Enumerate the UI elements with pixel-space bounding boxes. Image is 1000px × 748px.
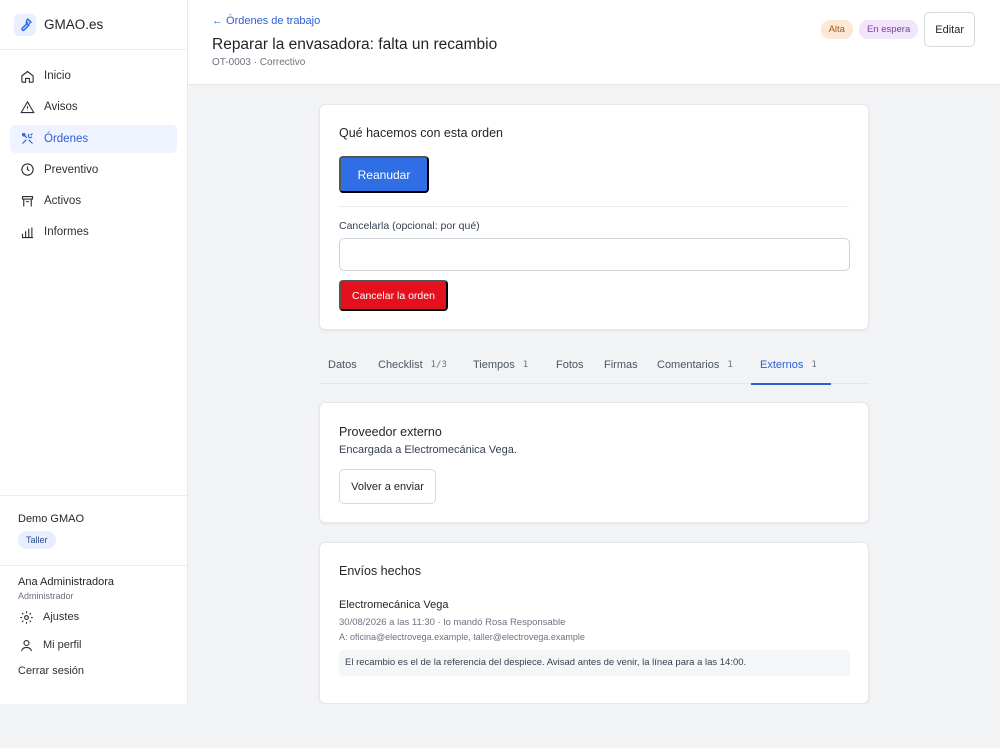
nav-item-avisos[interactable]: Avisos [10,93,177,121]
main-nav: Inicio Avisos Órdenes Preventivo Activos [0,50,187,246]
status-badge: En espera [858,20,919,39]
tab-count: 1 [811,360,817,370]
order-tabs: Datos Checklist 1/3 Tiempos 1 Fotos Firm… [319,348,869,385]
resend-button[interactable]: Volver a enviar [339,469,436,504]
tab-count: 1 [727,360,733,370]
brand[interactable]: GMAO.es [0,0,187,50]
nav-item-preventivo[interactable]: Preventivo [10,156,177,184]
external-provider-card: Proveedor externo Encargada a Electromec… [319,402,869,523]
settings-link[interactable]: Ajustes [18,605,169,629]
tab-comentarios[interactable]: Comentarios 1 [657,348,733,384]
profile-label: Mi perfil [43,639,82,651]
wrench-icon [14,13,36,36]
nav-item-informes[interactable]: Informes [10,218,177,246]
user-role: Administrador [18,591,74,601]
external-title: Proveedor externo [339,425,442,439]
header-actions: Alta En espera Editar [820,12,975,47]
shipment-provider: Electromecánica Vega [339,599,449,611]
tab-count: 1 [522,360,529,370]
nav-label: Informes [44,226,89,239]
user-info: Ana Administradora Administrador Ajustes… [0,566,187,677]
nav-item-inicio[interactable]: Inicio [10,62,177,90]
nav-item-ordenes[interactable]: Órdenes [10,124,177,153]
external-description: Encargada a Electromecánica Vega. [339,444,517,456]
nav-label: Activos [44,195,82,208]
org-info: Demo GMAO Taller [0,496,187,566]
shipment-recipients: A: oficina@electrovega.example, taller@e… [339,632,585,642]
user-name: Ana Administradora [18,576,114,588]
nav-label: Preventivo [44,163,99,176]
cancel-reason-label: Cancelarla (opcional: por qué) [339,220,480,232]
org-badge: Taller [18,531,56,549]
actions-title: Qué hacemos con esta orden [339,126,503,140]
tab-tiempos[interactable]: Tiempos 1 [473,348,528,384]
tab-label: Datos [328,359,357,371]
asset-icon [19,193,35,209]
nav-item-activos[interactable]: Activos [10,187,177,215]
profile-link[interactable]: Mi perfil [18,633,169,657]
order-actions-card: Qué hacemos con esta orden Reanudar Canc… [319,104,869,330]
tab-label: Fotos [556,359,584,371]
nav-label: Inicio [44,70,71,82]
tab-label: Checklist [378,359,423,371]
nav-label: Órdenes [44,132,89,145]
shipment-meta: 30/08/2026 a las 11:30 · lo mandó Rosa R… [339,617,566,628]
settings-label: Ajustes [43,611,80,623]
cancel-reason-input[interactable] [339,238,850,271]
tab-datos[interactable]: Datos [328,348,357,384]
tab-label: Firmas [604,359,638,371]
tab-label: Tiempos [473,359,515,371]
org-name: Demo GMAO [18,513,85,525]
nav-label: Avisos [44,101,78,114]
bar-chart-icon [19,224,35,240]
sidebar-footer: Demo GMAO Taller Ana Administradora Admi… [0,495,187,677]
tab-label: Comentarios [657,359,720,371]
tab-checklist[interactable]: Checklist 1/3 [378,348,447,384]
shipment-message: El recambio es el de la referencia del d… [339,650,850,676]
page-bottom [0,704,1000,748]
clock-icon [19,162,35,178]
shipments-title: Envíos hechos [339,564,421,578]
edit-button[interactable]: Editar [924,12,975,47]
page-header: ← Órdenes de trabajo Reparar la envasado… [188,0,1000,85]
gear-icon [18,609,34,625]
shipments-card: Envíos hechos Electromecánica Vega 30/08… [319,542,869,704]
tools-icon [19,131,35,147]
divider [339,206,849,207]
tab-firmas[interactable]: Firmas [604,348,638,384]
user-icon [18,637,34,653]
page-title: Reparar la envasadora: falta un recambio [212,36,498,53]
resume-button[interactable]: Reanudar [339,156,429,193]
home-icon [19,68,35,84]
tab-externos[interactable]: Externos 1 [751,348,831,385]
tab-fotos[interactable]: Fotos [556,348,584,384]
tab-label: Externos [760,359,804,371]
logout-link[interactable]: Cerrar sesión [18,665,84,677]
order-subtitle: OT-0003 · Correctivo [212,57,306,68]
priority-badge: Alta [820,20,853,39]
tab-count: 1/3 [430,360,447,370]
warning-icon [19,99,35,115]
cancel-order-button[interactable]: Cancelar la orden [339,280,448,311]
sidebar: GMAO.es Inicio Avisos Órdenes Preventivo [0,0,188,704]
brand-name: GMAO.es [44,17,104,32]
back-link[interactable]: ← Órdenes de trabajo [212,15,320,27]
